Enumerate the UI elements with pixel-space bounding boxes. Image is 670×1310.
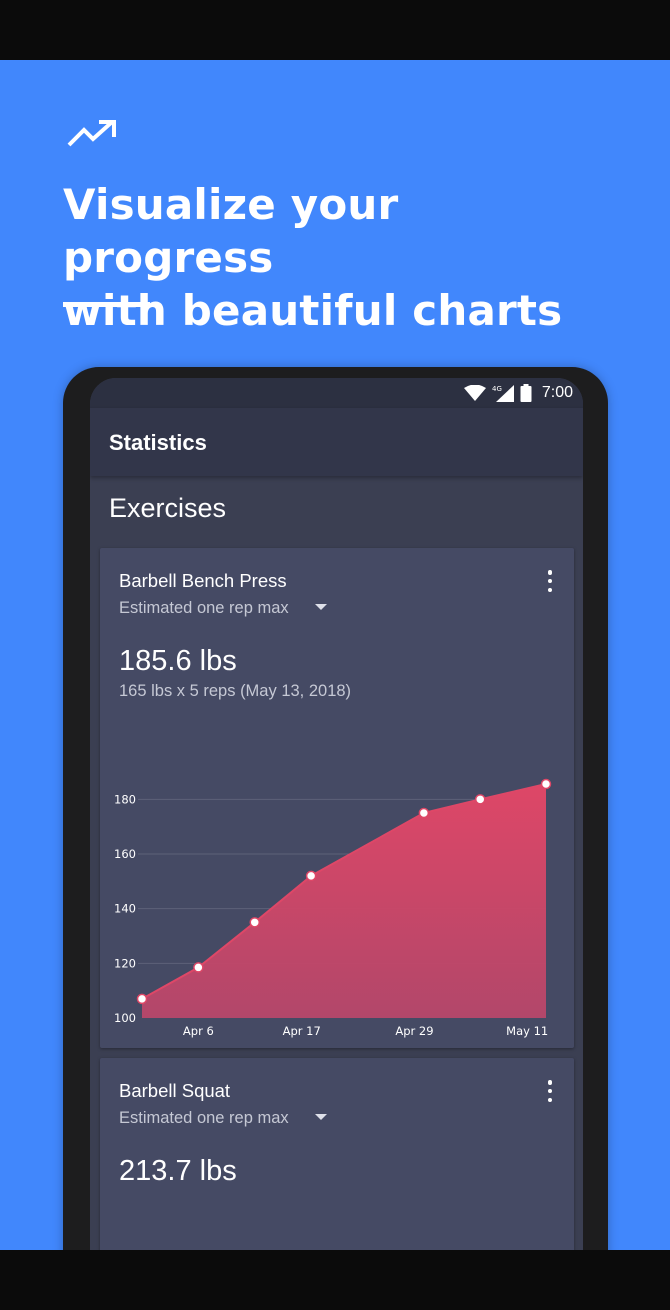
max-value: 213.7 lbs — [119, 1155, 237, 1187]
exercise-card-squat[interactable]: Barbell Squat Estimated one rep max 213.… — [100, 1058, 574, 1278]
data-point — [193, 962, 204, 973]
dropdown-arrow-icon[interactable] — [315, 604, 327, 610]
data-point — [136, 993, 148, 1005]
y-tick-label: 160 — [114, 847, 136, 861]
headline-line-1: Visualize your progress — [63, 180, 399, 282]
trending-up-icon — [67, 120, 116, 147]
top-letterbox — [0, 0, 670, 60]
x-tick-label: Apr 29 — [395, 1024, 433, 1038]
phone-screen: 4G 7:00 Statistics Exercises Barbell Ben… — [90, 378, 583, 1278]
data-point — [305, 870, 317, 882]
data-point — [418, 807, 430, 819]
data-point — [540, 778, 552, 790]
more-vert-icon[interactable] — [544, 1080, 556, 1102]
exercise-card-bench-press[interactable]: Barbell Bench Press Estimated one rep ma… — [100, 548, 574, 1048]
status-time: 7:00 — [541, 384, 573, 401]
max-value: 185.6 lbs — [119, 645, 237, 677]
x-tick-label: May 11 — [506, 1024, 548, 1038]
x-tick-label: Apr 17 — [283, 1024, 321, 1038]
y-tick-label: 100 — [114, 1011, 136, 1025]
metric-selector[interactable]: Estimated one rep max — [119, 599, 289, 618]
app-bar: Statistics — [90, 408, 583, 476]
battery-icon — [520, 384, 532, 402]
area-series — [142, 784, 546, 1018]
section-title: Exercises — [109, 493, 227, 523]
headline-line-2: with beautiful charts — [63, 286, 563, 335]
progress-chart: 100 120 140 160 180 Apr 6 Apr 17 Apr 29 May 11 — [114, 778, 552, 1038]
wifi-icon — [463, 385, 486, 401]
exercise-name: Barbell Squat — [119, 1080, 231, 1101]
max-detail: 165 lbs x 5 reps (May 13, 2018) — [119, 682, 352, 700]
status-bar: 4G 7:00 — [90, 378, 583, 408]
x-tick-label: Apr 6 — [183, 1024, 214, 1038]
y-tick-label: 180 — [114, 792, 136, 806]
cellular-icon: 4G — [492, 385, 514, 402]
data-point — [474, 794, 486, 805]
headline-underline — [63, 302, 150, 307]
dropdown-arrow-icon[interactable] — [315, 1114, 327, 1120]
status-icons: 4G 7:00 — [463, 382, 573, 404]
app-title: Statistics — [109, 430, 207, 455]
network-type: 4G — [492, 385, 502, 393]
metric-selector[interactable]: Estimated one rep max — [119, 1109, 289, 1128]
more-vert-icon[interactable] — [544, 570, 556, 592]
data-point — [249, 917, 260, 928]
y-tick-label: 120 — [114, 956, 136, 970]
promo-headline: Visualize your progress with beautiful c… — [63, 178, 623, 337]
y-tick-label: 140 — [114, 902, 136, 916]
bottom-letterbox — [0, 1250, 670, 1310]
exercise-name: Barbell Bench Press — [119, 570, 287, 591]
